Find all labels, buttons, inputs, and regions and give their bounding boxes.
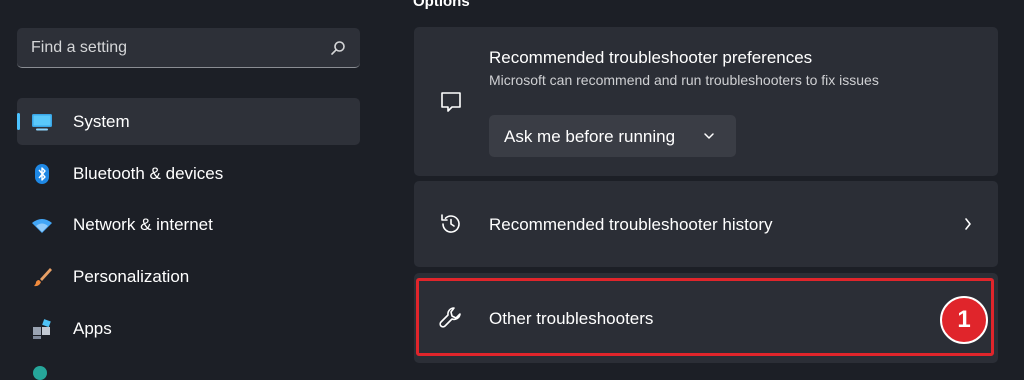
brush-icon <box>34 268 52 287</box>
sidebar-item-bluetooth[interactable]: Bluetooth & devices <box>17 150 360 197</box>
active-indicator <box>17 113 20 130</box>
troubleshooter-preference-dropdown[interactable]: Ask me before running <box>489 115 736 157</box>
card-subtitle: Microsoft can recommend and run troubles… <box>489 72 879 88</box>
sidebar-next-item-icon <box>33 366 47 380</box>
bluetooth-icon <box>35 164 49 184</box>
dropdown-value: Ask me before running <box>504 127 676 146</box>
apps-icon <box>33 319 51 339</box>
sidebar-item-label: Bluetooth & devices <box>73 164 224 183</box>
troubleshooter-history-card[interactable]: Recommended troubleshooter history <box>414 181 998 267</box>
chevron-down-icon <box>704 133 714 139</box>
sidebar-item-label: Network & internet <box>73 215 213 234</box>
step-number-badge: 1 <box>940 296 988 344</box>
sidebar-item-personalization[interactable]: Personalization <box>17 253 360 300</box>
history-icon <box>441 214 460 233</box>
search-input[interactable]: Find a setting <box>17 28 360 68</box>
chat-bubble-icon <box>441 92 461 112</box>
wifi-icon <box>32 219 52 233</box>
sidebar-item-label: Personalization <box>73 267 190 286</box>
section-title: Options <box>413 0 470 10</box>
troubleshooter-preferences-card: Recommended troubleshooter preferences M… <box>414 27 998 176</box>
sidebar-item-label: System <box>73 112 130 131</box>
monitor-icon <box>32 114 52 131</box>
sidebar-item-network[interactable]: Network & internet <box>17 201 360 248</box>
highlight-box <box>416 278 994 356</box>
sidebar-item-apps[interactable]: Apps <box>17 305 360 352</box>
chevron-right-icon <box>965 218 971 230</box>
card-title: Recommended troubleshooter preferences <box>489 48 813 67</box>
sidebar-item-label: Apps <box>73 319 112 338</box>
card-title: Recommended troubleshooter history <box>489 215 773 234</box>
search-icon[interactable] <box>330 40 346 56</box>
search-placeholder: Find a setting <box>31 39 128 56</box>
sidebar-item-system[interactable]: System <box>17 98 360 145</box>
